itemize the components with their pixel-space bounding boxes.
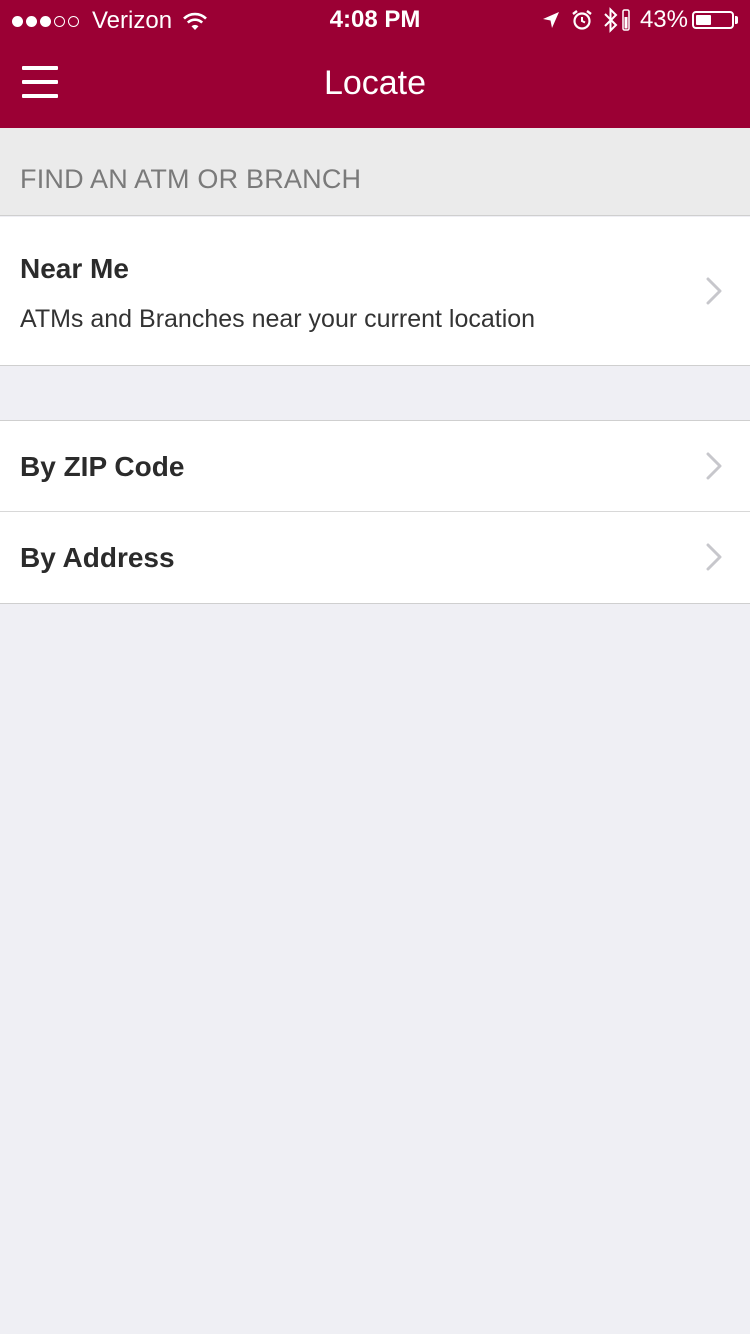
battery-nub bbox=[735, 16, 738, 24]
battery-icon bbox=[692, 11, 734, 29]
chevron-right-icon bbox=[706, 277, 722, 305]
status-bar: Verizon 4:08 PM 43% bbox=[0, 0, 750, 40]
bluetooth-battery-icon bbox=[622, 9, 630, 31]
near-me-subtitle: ATMs and Branches near your current loca… bbox=[20, 305, 536, 333]
page-title: Locate bbox=[323, 64, 427, 102]
bluetooth-icon bbox=[604, 7, 618, 33]
by-address-row[interactable]: By Address bbox=[0, 512, 750, 604]
battery-level bbox=[696, 15, 711, 25]
location-arrow-icon bbox=[542, 12, 559, 28]
chevron-right-icon bbox=[706, 543, 722, 571]
near-me-row[interactable]: Near Me ATMs and Branches near your curr… bbox=[0, 217, 750, 366]
by-zip-code-row[interactable]: By ZIP Code bbox=[0, 420, 750, 512]
section-header-label: FIND AN ATM OR BRANCH bbox=[20, 164, 362, 194]
chevron-right-icon bbox=[706, 452, 722, 480]
near-me-title: Near Me bbox=[20, 253, 129, 284]
section-header: FIND AN ATM OR BRANCH bbox=[0, 128, 750, 216]
status-bar-right: 43% bbox=[531, 6, 738, 34]
by-zip-code-title: By ZIP Code bbox=[20, 451, 185, 482]
top-bar: Verizon 4:08 PM 43% Locate bbox=[0, 0, 750, 128]
by-address-title: By Address bbox=[20, 542, 175, 573]
alarm-icon bbox=[572, 10, 592, 30]
battery-percent: 43% bbox=[639, 6, 688, 33]
